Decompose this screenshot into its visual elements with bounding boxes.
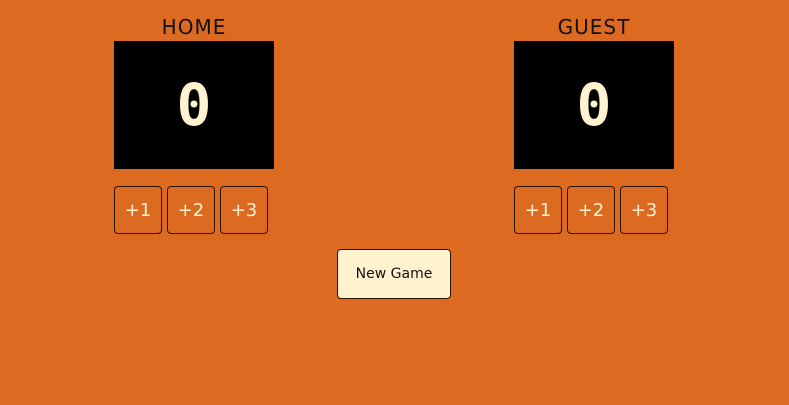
- home-points-buttons: +1 +2 +3: [114, 186, 274, 234]
- guest-add-3-button[interactable]: +3: [620, 186, 668, 234]
- home-score-value: 0: [176, 71, 212, 139]
- home-add-1-button[interactable]: +1: [114, 186, 162, 234]
- guest-team-panel: GUEST 0 +1 +2 +3: [514, 14, 674, 234]
- guest-score-value: 0: [576, 71, 612, 139]
- guest-team-label: GUEST: [557, 15, 631, 39]
- guest-points-buttons: +1 +2 +3: [514, 186, 674, 234]
- guest-score-display: 0: [514, 41, 674, 169]
- guest-add-2-button[interactable]: +2: [567, 186, 615, 234]
- guest-add-1-button[interactable]: +1: [514, 186, 562, 234]
- home-team-label: HOME: [161, 15, 227, 39]
- home-add-2-button[interactable]: +2: [167, 186, 215, 234]
- home-add-3-button[interactable]: +3: [220, 186, 268, 234]
- new-game-button[interactable]: New Game: [337, 249, 451, 299]
- home-score-display: 0: [114, 41, 274, 169]
- home-team-panel: HOME 0 +1 +2 +3: [114, 14, 274, 234]
